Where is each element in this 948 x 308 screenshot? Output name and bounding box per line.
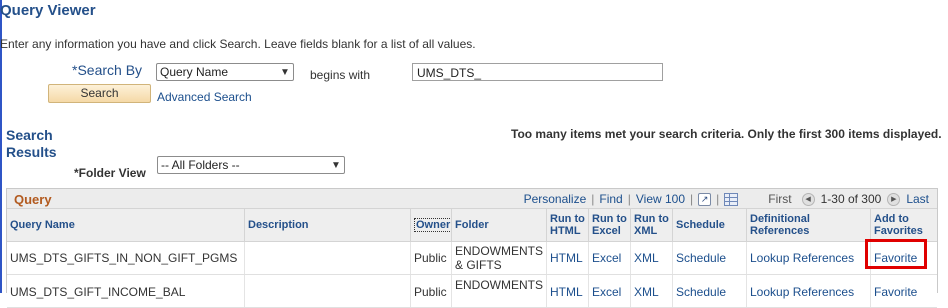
separator: | — [690, 192, 694, 206]
last-page-link[interactable]: Last — [906, 192, 929, 206]
search-results-title-line1: Search — [6, 127, 53, 143]
references-cell: Lookup References — [746, 275, 870, 307]
folder-cell: ENDOWMENTS & GIFTS — [451, 242, 546, 274]
run-to-excel-link[interactable]: Excel — [592, 251, 621, 265]
run-html-cell: HTML — [546, 275, 588, 307]
col-header-folder[interactable]: Folder — [451, 209, 546, 241]
find-link[interactable]: Find — [599, 192, 622, 206]
col-header-run-html-l1: Run to — [550, 213, 585, 225]
owner-cell: Public — [410, 242, 451, 274]
query-results-grid: Query Personalize | Find | View 100 | ↗ … — [6, 188, 938, 308]
description-cell — [244, 275, 410, 307]
row-range-label: 1-30 of 300 — [820, 192, 882, 206]
col-header-schedule: Schedule — [672, 209, 746, 241]
favorite-highlight-box — [865, 239, 927, 269]
query-name-cell: UMS_DTS_GIFTS_IN_NON_GIFT_PGMS — [10, 251, 238, 265]
owner-cell: Public — [410, 275, 451, 307]
download-spreadsheet-icon[interactable] — [724, 192, 739, 206]
col-header-run-xml: Run to XML — [630, 209, 672, 241]
page-title: Query Viewer — [0, 2, 96, 19]
chevron-down-icon: ▼ — [331, 159, 341, 171]
col-header-run-xml-l2: XML — [634, 225, 658, 237]
schedule-link[interactable]: Schedule — [676, 251, 726, 265]
description-cell — [244, 242, 410, 274]
next-page-icon[interactable]: ▶ — [887, 192, 901, 206]
lookup-references-link[interactable]: Lookup References — [750, 251, 854, 265]
separator: | — [591, 192, 595, 206]
run-to-xml-link[interactable]: XML — [634, 251, 659, 265]
chevron-down-icon: ▼ — [280, 66, 290, 78]
col-header-run-xml-l1: Run to — [634, 213, 669, 225]
col-header-run-excel-l1: Run to — [592, 213, 627, 225]
run-xml-cell: XML — [630, 275, 672, 307]
col-header-run-html-l2: HTML — [550, 225, 581, 237]
col-header-description[interactable]: Description — [244, 209, 410, 241]
previous-page-icon[interactable]: ◀ — [801, 192, 815, 206]
advanced-search-link[interactable]: Advanced Search — [157, 90, 252, 104]
grid-navigation: Personalize | Find | View 100 | ↗ | Firs… — [524, 192, 929, 206]
view-100-link[interactable]: View 100 — [636, 192, 685, 206]
schedule-link[interactable]: Schedule — [676, 285, 726, 299]
search-by-label: *Search By — [72, 62, 143, 78]
separator: | — [716, 192, 720, 206]
run-excel-cell: Excel — [588, 275, 630, 307]
grid-header-bar: Query Personalize | Find | View 100 | ↗ … — [7, 189, 937, 209]
run-excel-cell: Excel — [588, 242, 630, 274]
col-header-add-to-favorites: Add to Favorites — [870, 209, 937, 241]
folder-cell-l1: ENDOWMENTS — [455, 244, 543, 258]
run-to-html-link[interactable]: HTML — [550, 251, 583, 265]
search-instructions: Enter any information you have and click… — [0, 37, 476, 51]
query-name-input[interactable]: UMS_DTS_ — [412, 63, 663, 81]
separator: | — [627, 192, 631, 206]
col-header-fav-l2: Favorites — [874, 225, 923, 237]
search-button[interactable]: Search — [48, 84, 151, 103]
schedule-cell: Schedule — [672, 242, 746, 274]
run-to-excel-link[interactable]: Excel — [592, 285, 621, 299]
add-favorite-link[interactable]: Favorite — [874, 285, 917, 299]
col-header-owner[interactable]: Owner — [410, 209, 453, 241]
operator-label: begins with — [310, 68, 371, 82]
grid-column-headers: Query Name Description Owner Folder Run … — [7, 209, 937, 242]
query-name-cell: UMS_DTS_GIFT_INCOME_BAL — [10, 285, 186, 299]
folder-view-label: *Folder View — [74, 166, 146, 180]
first-page-label: First — [768, 192, 792, 206]
col-header-run-excel: Run to Excel — [588, 209, 630, 241]
col-header-owner-label: Owner — [414, 218, 453, 232]
search-by-value: Query Name — [160, 65, 229, 79]
folder-view-value: -- All Folders -- — [161, 158, 240, 172]
col-header-query-name[interactable]: Query Name — [7, 209, 244, 241]
col-header-definitional-references: Definitional References — [746, 209, 870, 241]
folder-cell: ENDOWMENTS — [451, 275, 546, 307]
folder-cell-l2: & GIFTS — [455, 258, 502, 272]
schedule-cell: Schedule — [672, 275, 746, 307]
run-to-html-link[interactable]: HTML — [550, 285, 583, 299]
run-to-xml-link[interactable]: XML — [634, 285, 659, 299]
results-limit-notice: Too many items met your search criteria.… — [511, 127, 942, 141]
search-results-title: Search Results — [6, 127, 86, 161]
table-row: UMS_DTS_GIFT_INCOME_BAL Public ENDOWMENT… — [7, 275, 937, 308]
folder-view-select[interactable]: -- All Folders -- ▼ — [157, 156, 345, 174]
search-results-title-line2: Results — [6, 144, 57, 160]
col-header-fav-l1: Add to — [874, 213, 909, 225]
favorite-cell: Favorite — [870, 275, 937, 307]
lookup-references-link[interactable]: Lookup References — [750, 285, 854, 299]
personalize-link[interactable]: Personalize — [524, 192, 587, 206]
run-html-cell: HTML — [546, 242, 588, 274]
references-cell: Lookup References — [746, 242, 870, 274]
folder-cell-l1: ENDOWMENTS — [455, 278, 543, 292]
grid-caption: Query — [14, 192, 52, 207]
col-header-run-excel-l2: Excel — [592, 225, 621, 237]
table-row: UMS_DTS_GIFTS_IN_NON_GIFT_PGMS Public EN… — [7, 242, 937, 275]
col-header-run-html: Run to HTML — [546, 209, 588, 241]
search-by-select[interactable]: Query Name ▼ — [156, 63, 294, 81]
new-window-icon[interactable]: ↗ — [698, 192, 712, 206]
run-xml-cell: XML — [630, 242, 672, 274]
